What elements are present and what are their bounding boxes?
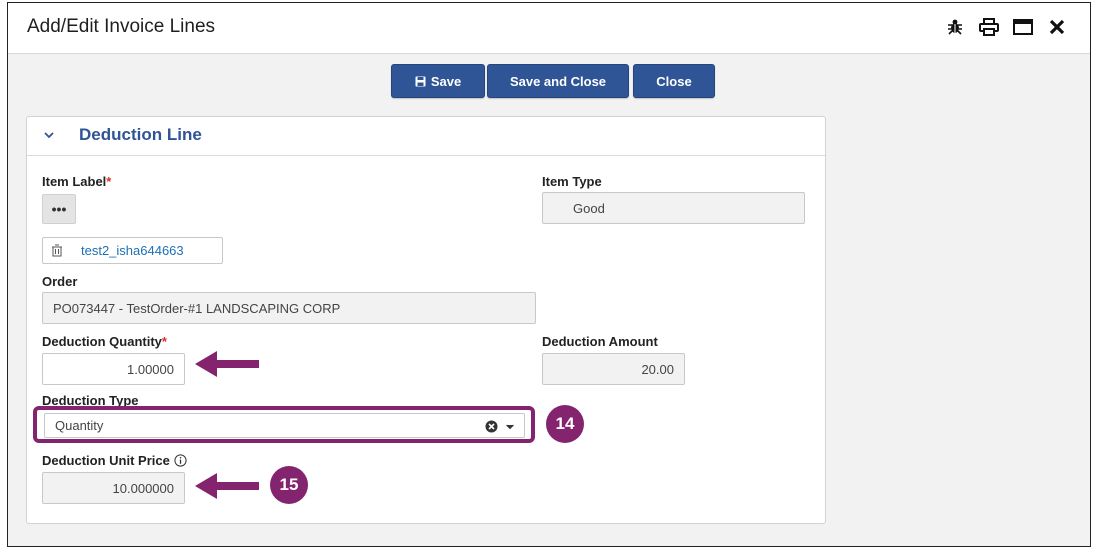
item-type-label: Item Type	[542, 174, 602, 189]
item-lookup-button[interactable]: •••	[42, 194, 76, 224]
order-value: PO073447 - TestOrder-#1 LANDSCAPING CORP	[53, 300, 341, 316]
deduction-quantity-label: Deduction Quantity*	[42, 334, 167, 349]
maximize-icon[interactable]	[1012, 16, 1034, 38]
dialog-titlebar: Add/Edit Invoice Lines	[8, 3, 1090, 54]
dialog-toolbar: Save Save and Close Close	[8, 64, 1090, 98]
deduction-unit-price-text: Deduction Unit Price	[42, 453, 170, 468]
save-and-close-button[interactable]: Save and Close	[487, 64, 629, 98]
item-label-text: Item Label	[42, 174, 107, 189]
bug-icon[interactable]	[944, 16, 966, 38]
deduction-quantity-input[interactable]: 1.00000	[42, 353, 185, 385]
deduction-line-panel: Deduction Line Item Label* ••• test2_ish…	[26, 116, 826, 524]
required-mark: *	[161, 334, 167, 349]
deduction-amount-label: Deduction Amount	[542, 334, 658, 349]
deduction-type-highlight	[33, 406, 535, 443]
order-label: Order	[42, 274, 78, 289]
title-icons	[944, 16, 1068, 38]
invoice-lines-dialog: Add/Edit Invoice Lines Save Save and Clo…	[7, 2, 1091, 547]
deduction-amount-field: 20.00	[542, 353, 685, 385]
chevron-down-icon[interactable]	[42, 128, 56, 142]
required-mark: *	[106, 174, 112, 189]
item-type-field: Good	[542, 192, 805, 224]
panel-header[interactable]: Deduction Line	[27, 117, 825, 156]
step-badge-14: 14	[546, 405, 584, 443]
order-field: PO073447 - TestOrder-#1 LANDSCAPING CORP	[42, 292, 536, 324]
trash-icon[interactable]	[51, 244, 63, 257]
item-label-tag: test2_isha644663	[42, 237, 223, 264]
arrow-left-icon	[195, 351, 259, 377]
floppy-icon	[415, 76, 426, 86]
info-icon[interactable]	[174, 454, 187, 467]
deduction-quantity-text: Deduction Quantity	[42, 334, 162, 349]
deduction-unit-price-label: Deduction Unit Price	[42, 453, 187, 468]
item-type-value: Good	[573, 200, 605, 216]
item-label-link[interactable]: test2_isha644663	[81, 243, 184, 258]
close-button[interactable]: Close	[633, 64, 715, 98]
item-label-label: Item Label*	[42, 174, 111, 189]
close-icon[interactable]	[1046, 16, 1068, 38]
deduction-unit-price-field: 10.000000	[42, 472, 185, 504]
step-badge-15: 15	[270, 466, 308, 504]
dialog-title: Add/Edit Invoice Lines	[27, 16, 216, 37]
save-button[interactable]: Save	[391, 64, 485, 98]
arrow-left-icon	[195, 473, 259, 499]
panel-title: Deduction Line	[79, 125, 202, 144]
save-button-label: Save	[430, 73, 462, 89]
print-icon[interactable]	[978, 16, 1000, 38]
